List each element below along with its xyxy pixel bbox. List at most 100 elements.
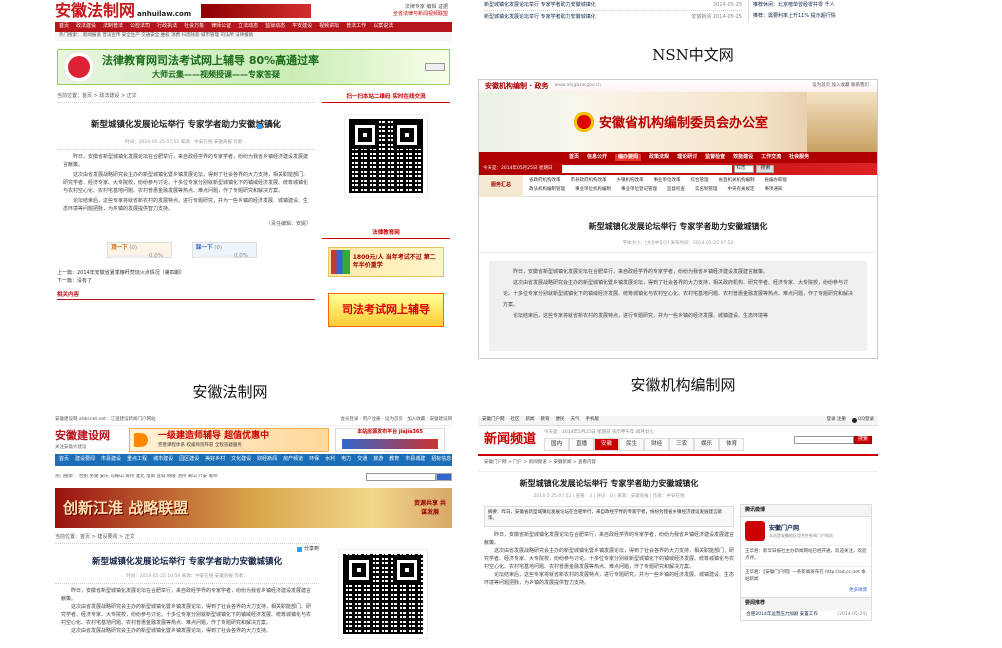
nav-item[interactable]: 社会万象	[184, 23, 204, 31]
search-input[interactable]	[793, 436, 854, 444]
search-input[interactable]	[562, 165, 733, 173]
category-link[interactable]: 实名制管理	[695, 187, 718, 194]
nav-item[interactable]: 政法建设	[76, 23, 96, 31]
prev-article-link[interactable]: 上一篇：2014年安徽省夏季粮秆焚烧火点情况（第四期）	[57, 270, 315, 278]
top-nav-item[interactable]: 手机版	[586, 417, 600, 424]
nav-item[interactable]: 法制普法	[103, 23, 123, 31]
recommend-link[interactable]: ·合肥2014年运营压力加剧 安置工作	[745, 612, 818, 619]
nav-item[interactable]: 立法动态	[238, 23, 258, 31]
anhuilaw-logo[interactable]: 安徽法制网 anhuilaw.com	[55, 0, 191, 23]
options-select[interactable]: 科普	[734, 165, 755, 173]
nav-item[interactable]: 以案说法	[373, 23, 393, 31]
top-nav-item[interactable]: 教育	[541, 417, 550, 424]
recommend-link[interactable]: 推荐：需要利率上升11% 提示超行情	[753, 13, 864, 21]
nav-item[interactable]: 监督检查	[705, 154, 725, 162]
category-link[interactable]: 事业单位改革	[654, 178, 681, 185]
top-nav-item[interactable]: 便民	[556, 417, 565, 424]
alliance-banner[interactable]: 创新江淮 战略联盟 资源共享 共谋发展	[55, 488, 452, 528]
nav-item[interactable]: 交通	[357, 456, 367, 464]
portal-avatar[interactable]	[745, 521, 765, 542]
qq-login-button[interactable]: QQ登录	[851, 417, 874, 424]
top-links[interactable]: 设为首页 加入收藏 联系我们	[812, 83, 869, 90]
top-nav-item[interactable]: 社区	[511, 417, 520, 424]
nav-item[interactable]: 首页	[59, 456, 69, 464]
share-button[interactable]: 分享到	[55, 546, 319, 554]
search-button[interactable]: 搜索	[853, 436, 872, 444]
nav-item[interactable]: 监狱动态	[265, 23, 285, 31]
category-link[interactable]: 事业单位机构编制	[575, 187, 611, 194]
nav-item[interactable]: 行政执法	[157, 23, 177, 31]
category-link[interactable]: 综合管理	[691, 178, 709, 185]
nav-item[interactable]: 美好乡村	[205, 456, 225, 464]
category-link[interactable]: 政法机构编制管理	[529, 187, 565, 194]
category-link[interactable]: 中央有关规定	[728, 187, 755, 194]
nav-item[interactable]: 环保	[309, 456, 319, 464]
category-link[interactable]: 省编办职能	[765, 178, 788, 185]
channel-logo[interactable]: 新闻频道	[484, 430, 536, 450]
nav-item[interactable]: 电力	[341, 456, 351, 464]
nav-item[interactable]: 编办要闻	[615, 153, 642, 162]
site-logo[interactable]: 安徽机构编制 · 政务	[485, 81, 549, 92]
nav-item[interactable]: 公检法司	[130, 23, 150, 31]
channel-tab[interactable]: 体育	[719, 438, 745, 451]
nav-item[interactable]: 市县城建	[405, 456, 425, 464]
nav-item[interactable]: 城市建设	[153, 456, 173, 464]
category-link[interactable]: 事项通知	[765, 187, 783, 194]
search-input[interactable]	[366, 473, 436, 481]
law-edu-banner[interactable]: 法律教育网司法考试网上辅导 80%高通过率 大师云集——视频授课——专家答疑	[57, 49, 450, 85]
category-link[interactable]: 乡镇机构改革	[617, 178, 644, 185]
more-weibo-link[interactable]: 更多微博	[741, 586, 871, 597]
weibo-account-link[interactable]: 安徽门户网	[769, 524, 833, 533]
search-button[interactable]: 搜索	[756, 165, 775, 173]
category-link[interactable]: 监督检查	[667, 187, 685, 194]
nav-item[interactable]: 社会服务	[789, 154, 809, 162]
category-link[interactable]: 事业单位登记管理	[621, 187, 657, 194]
banner-search[interactable]	[425, 63, 445, 71]
nav-item[interactable]: 平安建设	[292, 23, 312, 31]
nav-item[interactable]: 旅游	[373, 456, 383, 464]
vote-down-button[interactable]: 踩一下 (0) 0.0%	[192, 242, 257, 259]
search-button[interactable]	[436, 473, 452, 481]
channel-tab[interactable]: 安徽	[594, 438, 620, 451]
top-links[interactable]: 会员登录 · 用户注册 · 设为首页 · 加入收藏 · 安徽建设网	[340, 417, 452, 424]
news-link[interactable]: 新型城镇化发展论坛举行 专家学者助力安徽城镇化	[484, 14, 596, 22]
ad-law-exam[interactable]: 司法考试网上辅导	[328, 293, 444, 327]
nav-item[interactable]: 工作交流	[761, 154, 781, 162]
channel-tab[interactable]: 三农	[669, 438, 695, 451]
category-link[interactable]: 省直机关机构编制	[719, 178, 755, 185]
news-link[interactable]: 新型城镇化发展论坛举行 专家学者助力安徽城镇化	[484, 2, 596, 10]
share-button[interactable]: 分享到	[257, 123, 279, 131]
nav-item[interactable]: 普法工作	[346, 23, 366, 31]
channel-tab[interactable]: 娱乐	[694, 438, 720, 451]
top-links[interactable]: 法律专家 编辑 证据	[393, 4, 448, 12]
nav-item[interactable]: 教育	[389, 456, 399, 464]
channel-tab[interactable]: 财经	[644, 438, 670, 451]
top-nav-item[interactable]: 新闻	[526, 417, 535, 424]
nav-item[interactable]: 建设要闻	[75, 456, 95, 464]
recommend-link[interactable]: 推荐休闲：北京榜单曾经零并零 千人	[753, 2, 864, 10]
ad-books[interactable]: 1800元/人 当年考试不过 第二年半价重学	[328, 247, 444, 277]
nav-item[interactable]: 信息公开	[587, 154, 607, 162]
nav-item[interactable]: 招标信息	[431, 456, 451, 464]
nav-item[interactable]: 重点工程	[127, 456, 147, 464]
channel-tab[interactable]: 民生	[619, 438, 645, 451]
channel-tab[interactable]: 国内	[544, 438, 570, 451]
nav-item[interactable]: 律师公证	[211, 23, 231, 31]
nav-item[interactable]: 视频讲坛	[319, 23, 339, 31]
nav-item[interactable]: 市县建设	[101, 456, 121, 464]
header-ad[interactable]	[201, 4, 312, 18]
nav-item[interactable]: 理论研讨	[677, 154, 697, 162]
nav-item[interactable]: 园区建设	[179, 456, 199, 464]
nav-item[interactable]: 房产频道	[283, 456, 303, 464]
nav-item[interactable]: 财经新闻	[257, 456, 277, 464]
nav-item[interactable]: 首页	[569, 154, 579, 162]
top-nav-item[interactable]: 安徽门户网	[482, 417, 505, 424]
channel-tab[interactable]: 直播	[569, 438, 595, 451]
builder-ad[interactable]: 一级建造师辅导 超值优惠中 完善课程体系 权威师资阵容 全程答疑服务	[129, 428, 329, 452]
nav-item[interactable]: 水利	[325, 456, 335, 464]
category-link[interactable]: 市县政府机构改革	[571, 178, 607, 185]
vote-up-button[interactable]: 顶一下 (0) 0.0%	[107, 242, 172, 259]
top-nav-item[interactable]: 天气	[571, 417, 580, 424]
nav-item[interactable]: 文化建设	[231, 456, 251, 464]
nav-item[interactable]: 效能建设	[733, 154, 753, 162]
